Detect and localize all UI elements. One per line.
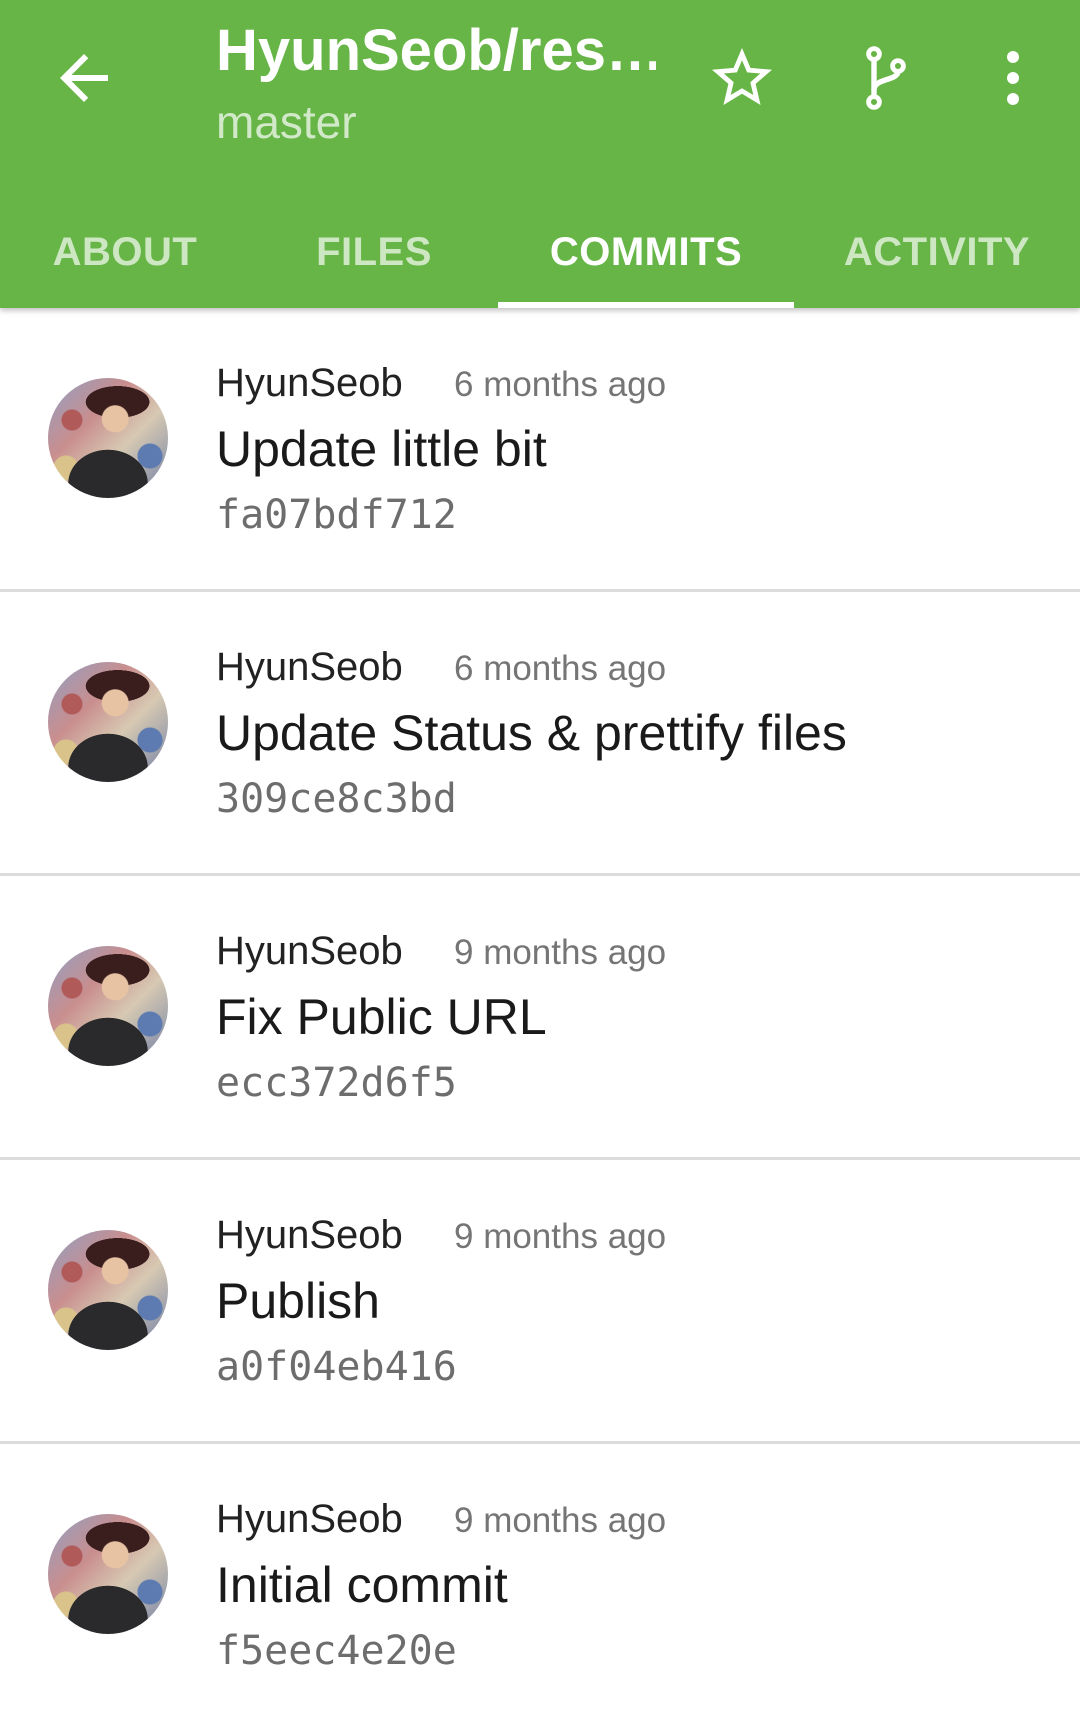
commit-time: 6 months ago: [454, 649, 667, 688]
commit-time: 9 months ago: [454, 933, 667, 972]
commit-row[interactable]: HyunSeob 9 months ago Initial commit f5e…: [0, 1444, 1080, 1728]
commit-message: Initial commit: [216, 1557, 508, 1613]
avatar[interactable]: [48, 1230, 168, 1350]
tab-commits[interactable]: COMMITS: [498, 196, 794, 308]
commit-sha: 309ce8c3bd: [216, 776, 457, 822]
commit-sha: f5eec4e20e: [216, 1628, 457, 1674]
commit-sha: fa07bdf712: [216, 492, 457, 538]
branch-button[interactable]: [850, 42, 922, 114]
commit-message: Fix Public URL: [216, 989, 547, 1045]
commit-row[interactable]: HyunSeob 9 months ago Fix Public URL ecc…: [0, 876, 1080, 1160]
commit-sha: a0f04eb416: [216, 1344, 457, 1390]
commit-list: HyunSeob 6 months ago Update little bit …: [0, 308, 1080, 1728]
tab-about[interactable]: ABOUT: [0, 196, 250, 308]
commit-message: Update Status & prettify files: [216, 705, 847, 761]
commit-author: HyunSeob: [216, 1213, 403, 1257]
star-outline-icon: [712, 48, 772, 105]
branch-icon: [866, 46, 906, 110]
avatar[interactable]: [48, 662, 168, 782]
arrow-back-icon: [60, 54, 108, 102]
commit-author: HyunSeob: [216, 1497, 403, 1541]
commit-row[interactable]: HyunSeob 6 months ago Update little bit …: [0, 308, 1080, 592]
more-vert-icon: [1007, 51, 1019, 105]
tab-bar: ABOUT FILES COMMITS ACTIVITY: [0, 196, 1080, 308]
avatar[interactable]: [48, 946, 168, 1066]
commit-row[interactable]: HyunSeob 9 months ago Publish a0f04eb416: [0, 1160, 1080, 1444]
more-options-button[interactable]: [977, 42, 1049, 114]
app-bar: HyunSeob/res… master ABOUT FILES COMMITS…: [0, 0, 1080, 308]
commit-time: 9 months ago: [454, 1501, 667, 1540]
back-button[interactable]: [48, 42, 120, 114]
star-button[interactable]: [706, 42, 778, 114]
commit-sha: ecc372d6f5: [216, 1060, 457, 1106]
commit-time: 9 months ago: [454, 1217, 667, 1256]
avatar[interactable]: [48, 378, 168, 498]
branch-subtitle[interactable]: master: [216, 92, 357, 152]
tab-files[interactable]: FILES: [250, 196, 498, 308]
commit-message: Update little bit: [216, 421, 547, 477]
commit-row[interactable]: HyunSeob 6 months ago Update Status & pr…: [0, 592, 1080, 876]
avatar[interactable]: [48, 1514, 168, 1634]
commit-author: HyunSeob: [216, 929, 403, 973]
repo-title: HyunSeob/res…: [216, 18, 656, 83]
commit-message: Publish: [216, 1273, 380, 1329]
tab-activity[interactable]: ACTIVITY: [794, 196, 1080, 308]
commit-author: HyunSeob: [216, 361, 403, 405]
commit-author: HyunSeob: [216, 645, 403, 689]
commit-time: 6 months ago: [454, 365, 667, 404]
